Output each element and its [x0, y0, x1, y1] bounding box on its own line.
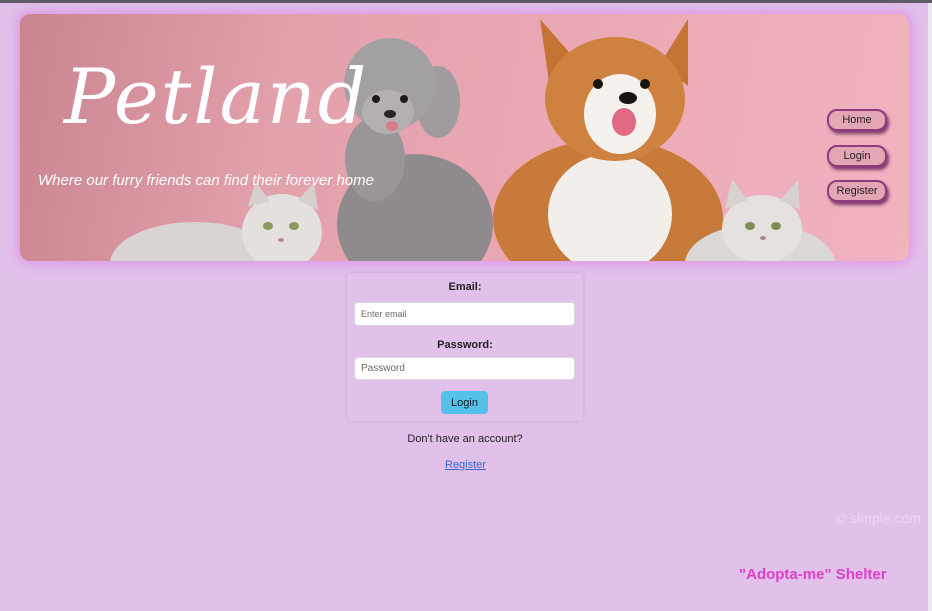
nav-login-button[interactable]: Login [827, 145, 887, 167]
site-tagline: Where our furry friends can find their f… [38, 172, 374, 189]
nav-register-button[interactable]: Register [827, 180, 887, 202]
window-top-bar [0, 0, 932, 3]
login-submit-button[interactable]: Login [441, 391, 488, 414]
register-link[interactable]: Register [445, 459, 486, 471]
site-logo-title: Petland [64, 52, 369, 141]
white-cat-left-image [110, 182, 322, 261]
email-label: Email: [448, 281, 482, 293]
watermark-text: © simple.com [836, 510, 921, 526]
login-form: Email: Password: Login [347, 273, 583, 421]
hero-banner: Petland Where our furry friends can find… [20, 14, 909, 261]
password-input[interactable] [354, 357, 575, 380]
password-label: Password: [437, 339, 493, 351]
window-right-edge [928, 3, 932, 611]
nav-home-button[interactable]: Home [827, 109, 887, 131]
email-input[interactable] [354, 302, 575, 326]
signup-prompt-text: Don't have an account? [407, 433, 523, 445]
footer-shelter-name: "Adopta-me" Shelter [739, 566, 887, 583]
corgi-image [493, 19, 723, 261]
